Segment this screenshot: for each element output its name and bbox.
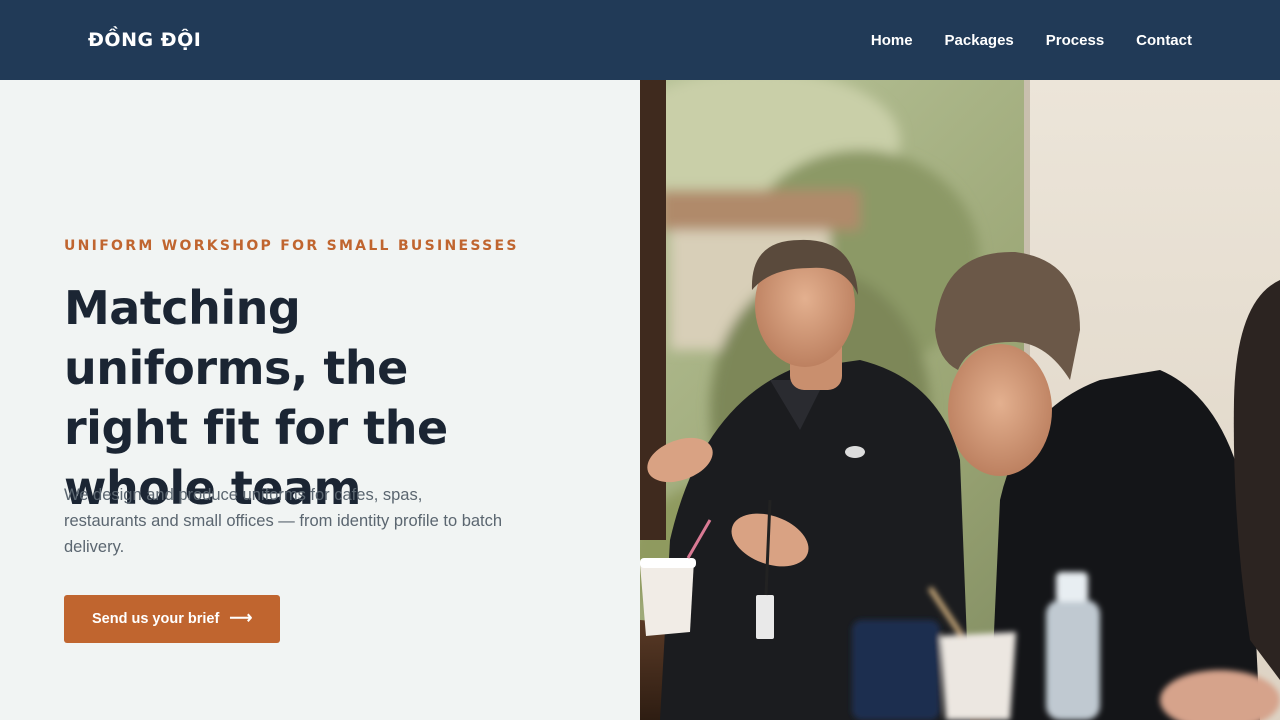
nav-link-packages[interactable]: Packages — [945, 32, 1014, 49]
hero-photo — [640, 80, 1280, 720]
hero-eyebrow: UNIFORM WORKSHOP FOR SMALL BUSINESSES — [64, 238, 519, 254]
send-brief-button[interactable]: Send us your brief ⟶ — [64, 595, 281, 643]
hero-description: We design and produce uniforms for cafes… — [64, 486, 503, 556]
main-nav: Home Packages Process Contact — [871, 32, 1192, 49]
send-brief-label: Send us your brief — [92, 611, 220, 627]
team-meeting-photo — [640, 80, 1280, 720]
nav-link-home[interactable]: Home — [871, 32, 913, 49]
nav-link-contact[interactable]: Contact — [1136, 32, 1192, 49]
nav-link-process[interactable]: Process — [1046, 32, 1104, 49]
arrow-right-icon: ⟶ — [229, 610, 253, 627]
brand-logo[interactable]: ĐỒNG ĐỘI — [88, 29, 201, 51]
site-header: ĐỒNG ĐỘI Home Packages Process Contact — [0, 0, 1280, 80]
hero-content: UNIFORM WORKSHOP FOR SMALL BUSINESSES Ma… — [0, 80, 640, 720]
